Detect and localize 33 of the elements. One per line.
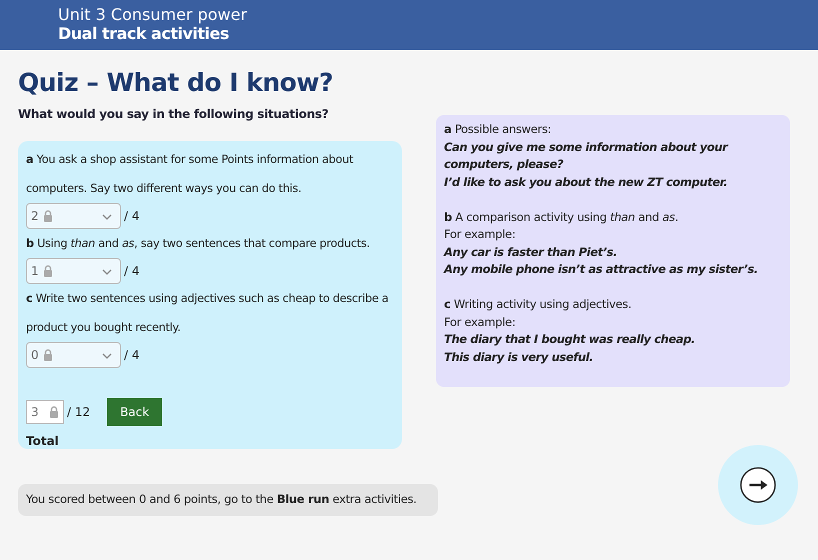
- lock-icon: [42, 265, 53, 277]
- back-button[interactable]: Back: [107, 398, 162, 426]
- chevron-icon: [102, 353, 112, 359]
- answer-text: For example:: [444, 314, 516, 330]
- score-max: / 4: [124, 209, 140, 223]
- total-max: / 12: [67, 405, 90, 419]
- example-answer: I’d like to ask you about the new ZT computer.: [444, 174, 728, 190]
- example-answer: Can you give me some information about your computers, please?: [444, 138, 730, 173]
- example-answer: Any mobile phone isn’t as attractive as my sister’s.: [444, 261, 759, 278]
- question-text: b Using than and as, say two sentences that compare products.: [26, 236, 371, 252]
- example-answer: The diary that I bought was really cheap.: [444, 331, 696, 348]
- example-answer: Any car is faster than Piet’s.: [444, 244, 618, 260]
- arrow-right-icon: [739, 466, 777, 504]
- page-title: Quiz – What do I know?: [18, 68, 334, 97]
- score-max: / 4: [124, 348, 140, 362]
- unit-title: Unit 3 Consumer power: [58, 5, 248, 24]
- score-max: / 4: [124, 264, 140, 278]
- lock-icon: [42, 210, 53, 222]
- lock-icon: [42, 349, 53, 361]
- example-answer: This diary is very useful.: [444, 348, 594, 366]
- question-text: c Write two sentences using adjectives such as cheap to describe a product you bought recently.: [26, 291, 390, 336]
- answer-text: a Possible answers:: [444, 121, 552, 138]
- answer-text: For example:: [444, 226, 516, 243]
- total-label: Total: [26, 434, 60, 448]
- chevron-icon: [102, 269, 112, 275]
- instruction-text: What would you say in the following situations?: [18, 107, 330, 121]
- answer-text: b A comparison activity using than and as.: [444, 208, 680, 226]
- section-title: Dual track activities: [58, 24, 230, 43]
- chevron-icon: [102, 214, 112, 220]
- question-text: a You ask a shop assistant for some Points information about computers. Say two different ways you can do this.: [26, 152, 354, 197]
- result-message: You scored between 0 and 6 points, go to the Blue run extra activities.: [18, 484, 438, 516]
- answer-text: c Writing activity using adjectives.: [444, 296, 632, 313]
- lock-icon: [49, 406, 59, 418]
